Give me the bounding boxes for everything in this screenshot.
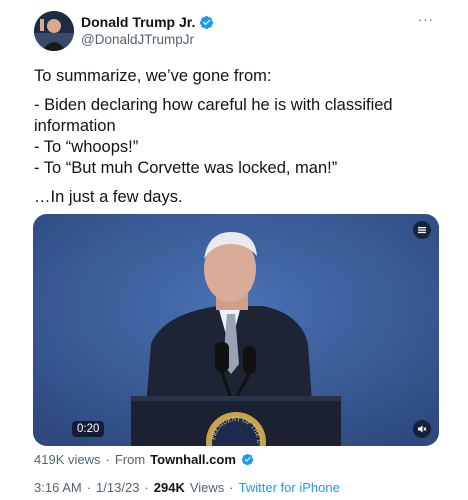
tweet: Donald Trump Jr. @DonaldJTrumpJr ··· To …: [0, 0, 468, 500]
mute-button[interactable]: [413, 420, 431, 438]
tweet-text: To summarize, we’ve gone from: - Biden d…: [34, 66, 434, 208]
author-display-name[interactable]: Donald Trump Jr.: [81, 14, 195, 30]
separator: ·: [144, 480, 149, 495]
settings-icon: [418, 227, 426, 234]
views-label: Views: [189, 480, 225, 495]
tweet-line: - Biden declaring how careful he is with…: [34, 96, 393, 135]
client-link[interactable]: Twitter for iPhone: [239, 480, 340, 495]
verified-badge-icon: [200, 15, 214, 29]
speaker-muted-icon: [418, 425, 427, 433]
video-settings-button[interactable]: [413, 221, 431, 239]
from-label: From: [114, 452, 146, 467]
video-views: 419K views: [34, 452, 101, 467]
view-count[interactable]: 294K: [154, 480, 185, 495]
separator: ·: [105, 452, 110, 467]
tweet-line: - To “But muh Corvette was locked, man!”: [34, 159, 338, 177]
video-frame: PRESIDENT OF THE UN: [33, 214, 439, 446]
tweet-time[interactable]: 3:16 AM: [34, 480, 82, 495]
author-handle[interactable]: @DonaldJTrumpJr: [81, 32, 194, 47]
separator: ·: [229, 480, 234, 495]
tweet-date[interactable]: 1/13/23: [96, 480, 139, 495]
tweet-line: - To “whoops!”: [34, 138, 139, 156]
verified-badge-icon: [241, 453, 254, 466]
tweet-line: …In just a few days.: [34, 188, 183, 206]
video-duration: 0:20: [72, 421, 105, 437]
more-options-button[interactable]: ···: [418, 12, 434, 27]
tweet-line: To summarize, we’ve gone from:: [34, 67, 272, 85]
avatar[interactable]: [34, 11, 74, 51]
separator: ·: [86, 480, 92, 495]
tweet-meta-row: 3:16 AM · 1/13/23 · 294K Views · Twitter…: [34, 480, 340, 495]
source-link[interactable]: Townhall.com: [150, 452, 236, 467]
video-views-row: 419K views · From Townhall.com: [34, 452, 254, 467]
video-player[interactable]: PRESIDENT OF THE UN 0:20: [33, 214, 439, 446]
author-name-row[interactable]: Donald Trump Jr.: [81, 14, 214, 30]
